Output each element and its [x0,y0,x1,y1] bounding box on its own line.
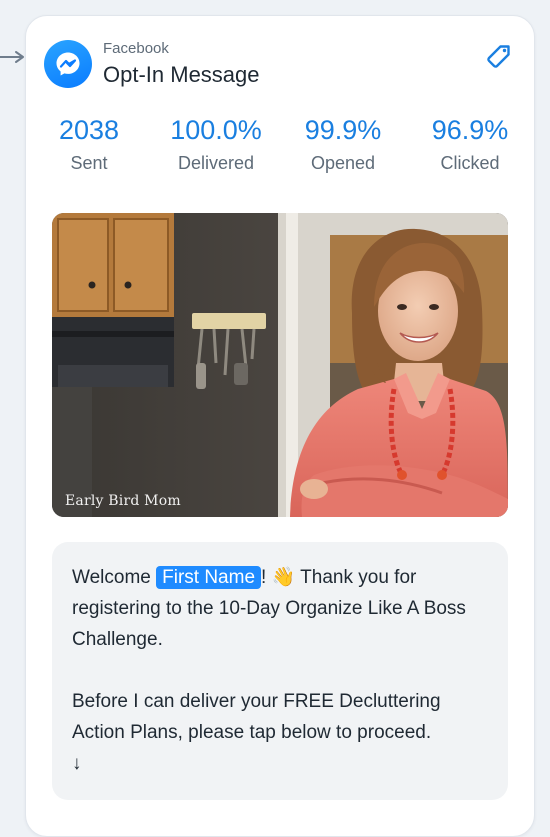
message-paragraph-1: Welcome First Name! 👋 Thank you for regi… [72,562,492,655]
stat-clicked[interactable]: 96.9% Clicked [415,111,525,174]
card-header: Facebook Opt-In Message [44,40,516,92]
stat-label: Sent [70,153,108,173]
message-bubble: Welcome First Name! 👋 Thank you for regi… [52,542,508,800]
connector-arrow-icon [0,51,24,63]
image-watermark: Early Bird Mom [65,493,181,509]
stat-value: 100.0% [170,115,262,145]
first-name-tag[interactable]: First Name [156,566,262,589]
message-image: Early Bird Mom [52,213,508,517]
channel-name: Facebook [103,40,169,57]
stat-value: 96.9% [431,115,509,145]
stat-value: 2038 [58,115,120,145]
message-text: Welcome First Name! 👋 Thank you for regi… [72,562,492,779]
stats-row: 2038 Sent 100.0% Delivered 99.9% Opened … [26,111,534,181]
stat-sent[interactable]: 2038 Sent [34,111,144,174]
messenger-icon [44,40,92,88]
stat-label: Opened [310,153,376,173]
stat-delivered[interactable]: 100.0% Delivered [161,111,271,174]
message-paragraph-2: Before I can deliver your FREE Declutter… [72,691,441,743]
stat-label: Clicked [440,153,500,173]
stat-value: 99.9% [304,115,382,145]
tag-icon[interactable] [484,42,514,72]
greeting-text: Welcome [72,567,151,588]
message-title: Opt-In Message [103,62,260,87]
portrait-photo [52,213,508,517]
stat-label: Delivered [177,153,255,173]
message-card[interactable]: Facebook Opt-In Message 2038 Sent 100.0%… [25,15,535,837]
down-arrow-icon: ↓ [72,753,82,774]
stat-opened[interactable]: 99.9% Opened [288,111,398,174]
